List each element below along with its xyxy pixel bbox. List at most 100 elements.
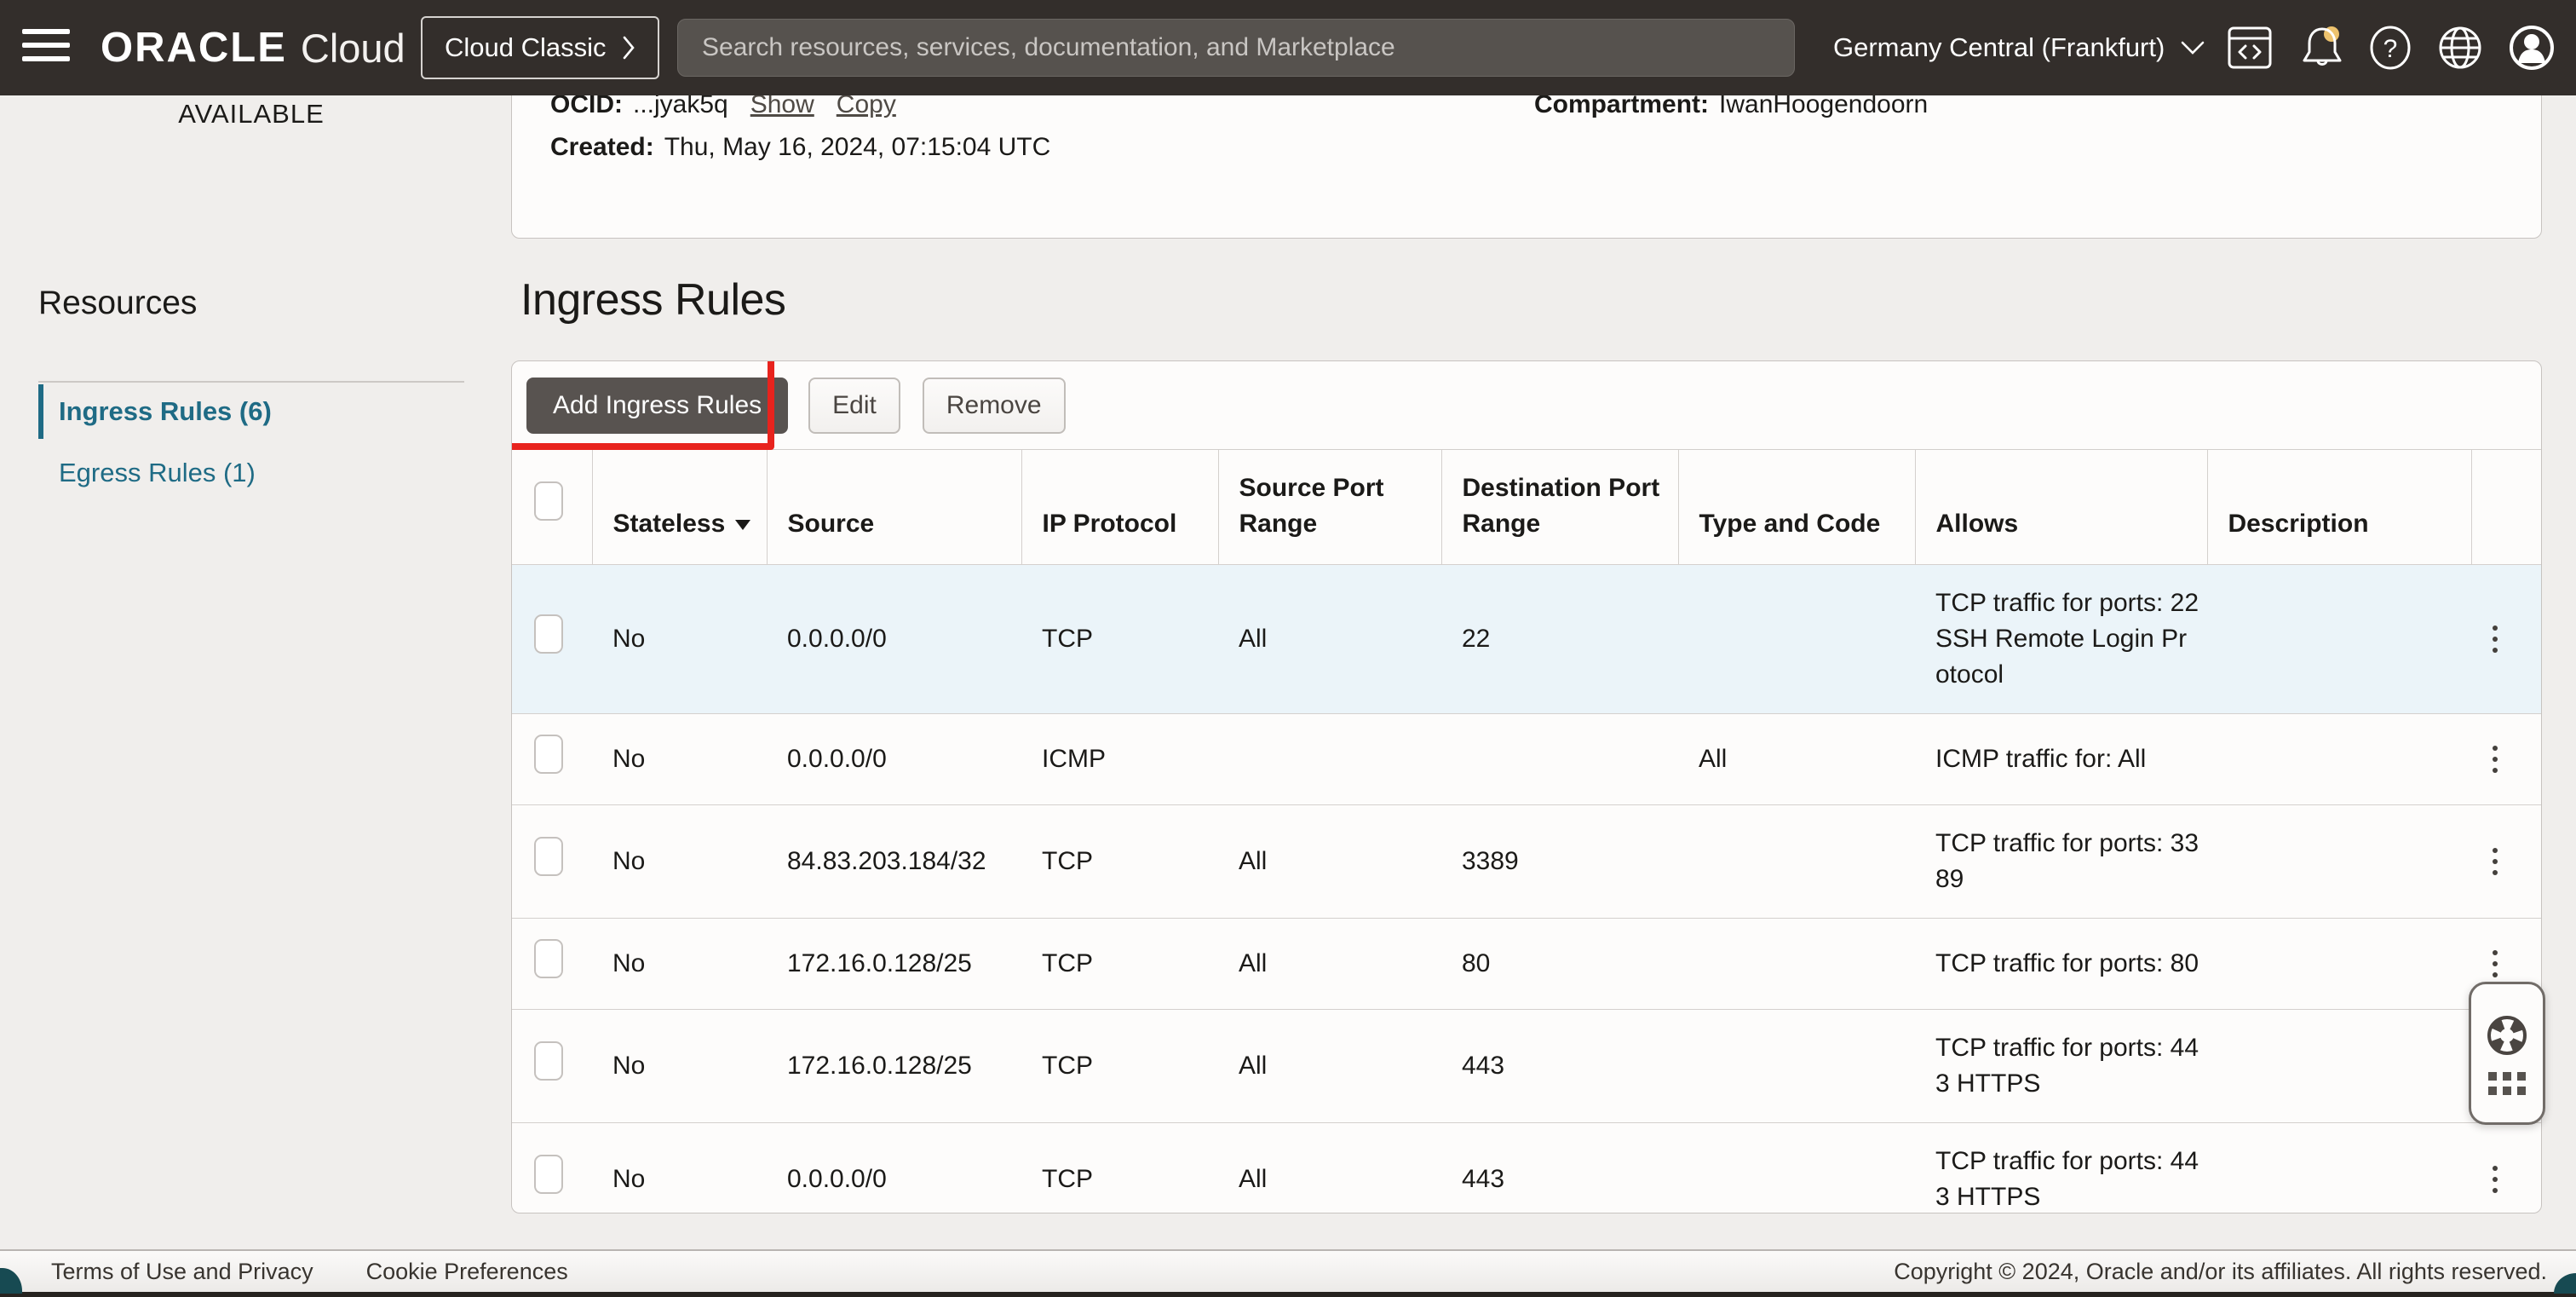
cell-source: 0.0.0.0/0 [767,1122,1021,1213]
row-actions-menu-icon[interactable] [2476,950,2514,977]
help-icon[interactable]: ? [2366,24,2414,72]
copyright-text: Copyright © 2024, Oracle and/or its affi… [1894,1258,2547,1284]
cell-type-and-code [1678,1122,1915,1213]
cell-destination-port-range: 80 [1441,918,1678,1010]
sidebar-divider [38,381,464,383]
select-all-checkbox[interactable] [534,481,563,521]
chevron-right-icon [623,36,635,60]
user-avatar-icon[interactable] [2508,24,2556,72]
column-header-ip-protocol[interactable]: IP Protocol [1021,450,1218,565]
edit-button[interactable]: Edit [808,377,900,434]
column-header-description[interactable]: Description [2206,450,2471,565]
row-checkbox[interactable] [534,614,563,654]
row-checkbox[interactable] [534,1041,563,1081]
cell-description [2207,804,2471,919]
created-value: Thu, May 16, 2024, 07:15:04 UTC [664,133,1051,161]
row-actions-menu-icon[interactable] [2476,625,2514,653]
cell-type-and-code [1678,1009,1915,1123]
cell-allows: TCP traffic for ports: 22 SSH Remote Log… [1915,564,2207,714]
table-row[interactable]: No 0.0.0.0/0 ICMP All ICMP traffic for: … [512,713,2541,805]
oracle-cloud-logo[interactable]: ORACLE Cloud [101,0,405,95]
screen-bottom-edge [0,1292,2576,1297]
cell-source-port-range: All [1218,918,1441,1010]
cell-type-and-code: All [1678,713,1915,805]
status-badge: AVAILABLE [178,99,325,129]
sidebar-item-ingress-rules[interactable]: Ingress Rules (6) [38,384,481,439]
row-checkbox[interactable] [534,1155,563,1194]
sidebar-item-egress-rules[interactable]: Egress Rules (1) [38,446,481,500]
column-header-source[interactable]: Source [766,450,1021,565]
row-actions-menu-icon[interactable] [2476,746,2514,773]
cell-stateless: No [592,564,767,714]
remove-button[interactable]: Remove [922,377,1066,434]
cell-destination-port-range: 22 [1441,564,1678,714]
apps-grid-icon [2488,1071,2526,1095]
cell-destination-port-range: 443 [1441,1009,1678,1123]
search-input[interactable] [677,19,1795,77]
cell-type-and-code [1678,918,1915,1010]
column-header-destination-port-range[interactable]: Destination Port Range [1440,450,1678,565]
add-ingress-rules-button[interactable]: Add Ingress Rules [526,377,789,434]
region-selector[interactable]: Germany Central (Frankfurt) [1833,0,2205,95]
created-label: Created: [550,133,654,161]
cell-allows: ICMP traffic for: All [1915,713,2207,805]
resources-heading: Resources [38,285,198,321]
cell-source-port-range: All [1218,1122,1441,1213]
cell-ip-protocol: TCP [1021,1009,1218,1123]
row-checkbox[interactable] [534,735,563,774]
cell-stateless: No [592,713,767,805]
svg-text:?: ? [2383,35,2398,63]
column-header-stateless[interactable]: Stateless [591,450,767,565]
cookie-preferences-link[interactable]: Cookie Preferences [366,1259,568,1285]
row-actions-menu-icon[interactable] [2476,1166,2514,1193]
notifications-bell-icon[interactable] [2298,24,2346,72]
cell-allows: TCP traffic for ports: 443 HTTPS [1915,1009,2207,1123]
cell-ip-protocol: TCP [1021,564,1218,714]
sort-desc-icon [735,520,751,531]
language-globe-icon[interactable] [2436,24,2484,72]
cell-source-port-range: All [1218,1009,1441,1123]
cell-stateless: No [592,1009,767,1123]
cell-type-and-code [1678,804,1915,919]
table-row[interactable]: No 84.83.203.184/32 TCP All 3389 TCP tra… [512,804,2541,919]
table-row[interactable]: No 172.16.0.128/25 TCP All 443 TCP traff… [512,1009,2541,1123]
cell-destination-port-range: 443 [1441,1122,1678,1213]
cell-description [2207,713,2471,805]
brand-cloud: Cloud [300,25,405,71]
cell-destination-port-range [1441,713,1678,805]
cloud-classic-label: Cloud Classic [445,32,607,62]
cell-ip-protocol: ICMP [1021,713,1218,805]
table-toolbar: Add Ingress Rules Edit Remove [512,361,2541,450]
support-widget[interactable] [2469,982,2545,1125]
row-checkbox[interactable] [534,939,563,978]
cell-type-and-code [1678,564,1915,714]
table-row[interactable]: No 0.0.0.0/0 TCP All 22 TCP traffic for … [512,564,2541,714]
row-actions-menu-icon[interactable] [2476,848,2514,875]
column-header-source-port-range[interactable]: Source Port Range [1217,450,1441,565]
cell-ip-protocol: TCP [1021,918,1218,1010]
table-row[interactable]: No 0.0.0.0/0 TCP All 443 TCP traffic for… [512,1122,2541,1213]
cell-allows: TCP traffic for ports: 3389 [1915,804,2207,919]
hamburger-menu-icon[interactable] [22,29,72,66]
cell-source: 0.0.0.0/0 [767,713,1021,805]
cell-source-port-range: All [1218,564,1441,714]
column-header-allows[interactable]: Allows [1914,450,2207,565]
row-checkbox[interactable] [534,837,563,876]
cell-source: 0.0.0.0/0 [767,564,1021,714]
region-label: Germany Central (Frankfurt) [1833,32,2165,62]
cell-source: 84.83.203.184/32 [767,804,1021,919]
created-row: Created: Thu, May 16, 2024, 07:15:04 UTC [550,124,1050,171]
cloud-classic-button[interactable]: Cloud Classic [421,16,659,79]
code-editor-icon[interactable] [2226,24,2274,72]
terms-link[interactable]: Terms of Use and Privacy [51,1259,313,1285]
cell-description [2207,1009,2471,1123]
brand-oracle: ORACLE [101,25,287,71]
cell-description [2207,1122,2471,1213]
column-header-type-and-code[interactable]: Type and Code [1677,450,1915,565]
sidebar-nav: Ingress Rules (6) Egress Rules (1) [38,384,481,507]
life-ring-icon [2487,1015,2527,1055]
table-row[interactable]: No 172.16.0.128/25 TCP All 80 TCP traffi… [512,918,2541,1010]
cell-allows: TCP traffic for ports: 80 [1915,918,2207,1010]
ingress-rules-card: Add Ingress Rules Edit Remove Stateless … [511,360,2542,1213]
cell-source-port-range [1218,713,1441,805]
